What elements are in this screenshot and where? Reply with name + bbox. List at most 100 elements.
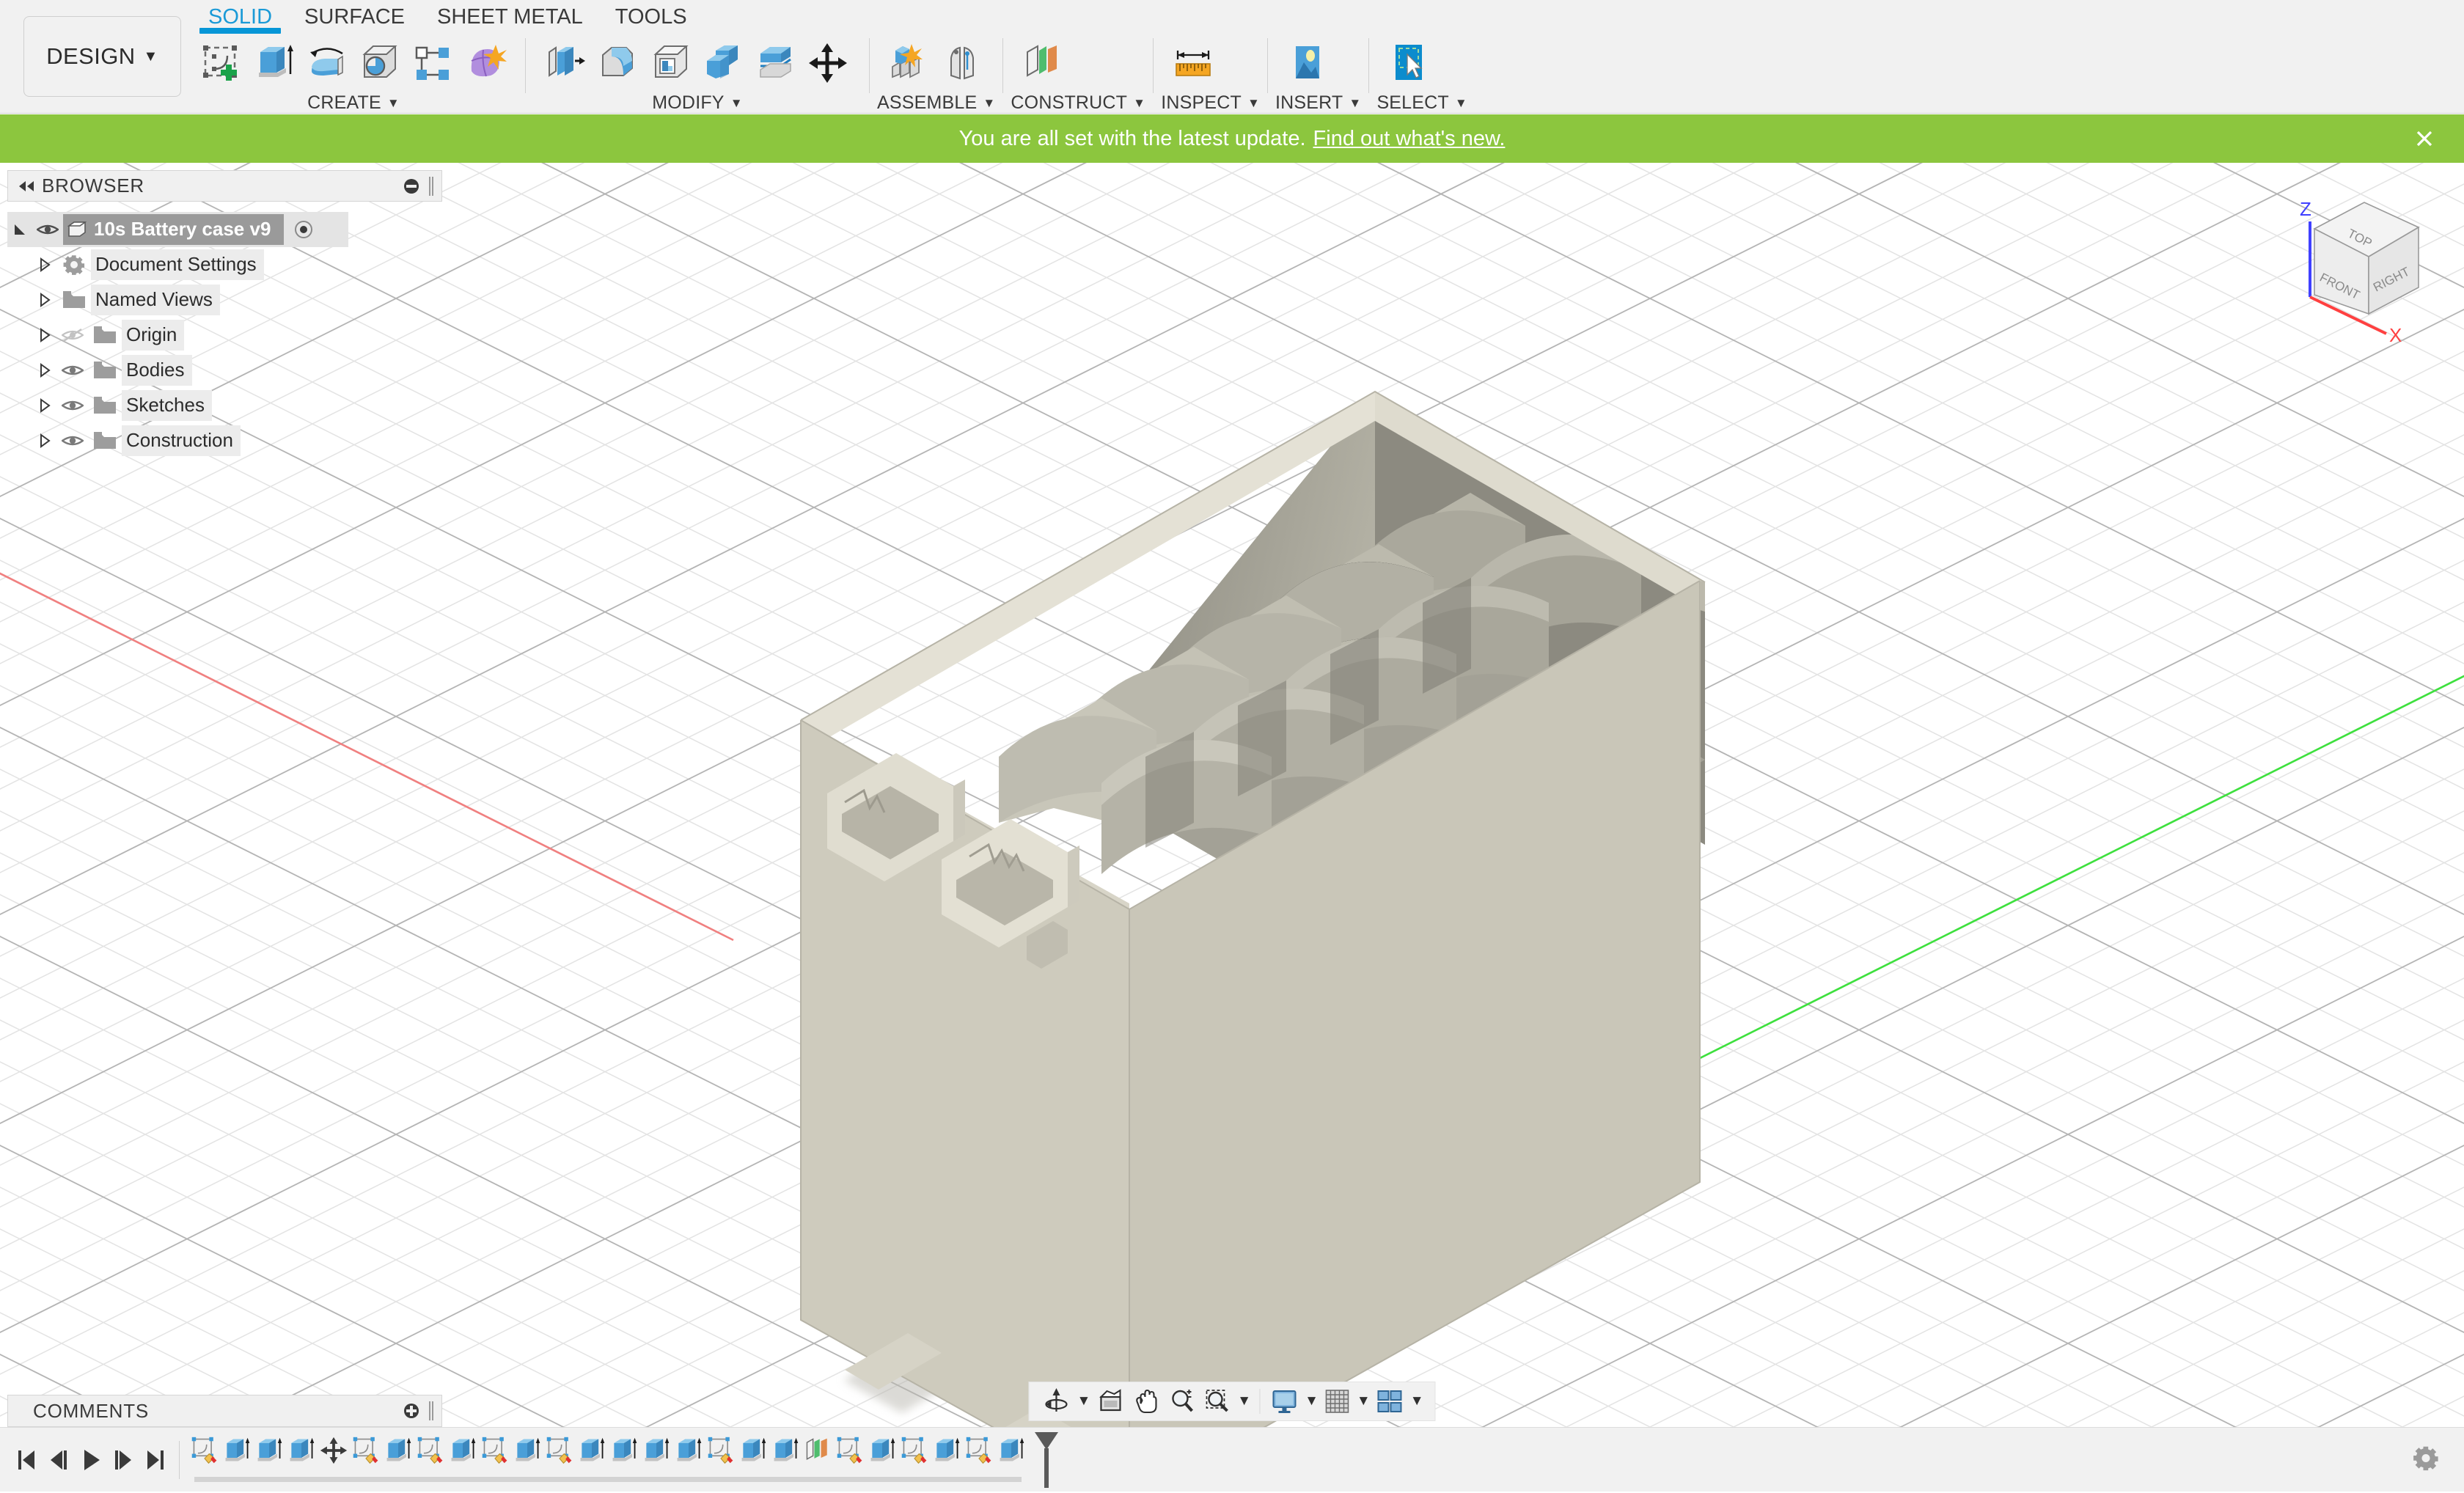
triangle-collapsed-icon[interactable]: [32, 328, 57, 342]
eye-visible-icon[interactable]: [57, 398, 88, 413]
eye-visible-icon[interactable]: [57, 363, 88, 378]
timeline-feature-12[interactable]: [543, 1436, 576, 1484]
viewcube[interactable]: Z X TOP FRONT RIGHT: [2282, 183, 2451, 352]
offset-plane-icon[interactable]: [1016, 35, 1069, 91]
triangle-collapsed-icon[interactable]: [32, 433, 57, 448]
combine-icon[interactable]: [697, 35, 750, 91]
hole-icon[interactable]: [353, 35, 406, 91]
timeline-marker-icon[interactable]: [1030, 1431, 1063, 1489]
timeline-feature-15[interactable]: [640, 1436, 672, 1484]
ribbon-group-assemble-label[interactable]: ASSEMBLE ▼: [877, 92, 995, 114]
step-forward-icon[interactable]: [107, 1439, 139, 1481]
shell-icon[interactable]: [645, 35, 697, 91]
add-comment-icon[interactable]: [402, 1401, 421, 1420]
timeline-feature-18[interactable]: [737, 1436, 769, 1484]
tab-surface[interactable]: SURFACE: [288, 0, 421, 34]
timeline-feature-14[interactable]: [608, 1436, 640, 1484]
triangle-collapsed-icon[interactable]: [32, 398, 57, 413]
timeline-feature-10[interactable]: [479, 1436, 511, 1484]
chevron-down-icon[interactable]: ▼: [1237, 1393, 1251, 1409]
eye-hidden-icon[interactable]: [57, 327, 88, 343]
extrude-icon[interactable]: [248, 35, 301, 91]
pattern-icon[interactable]: [406, 35, 459, 91]
form-icon[interactable]: [459, 35, 512, 91]
timeline-feature-6[interactable]: [350, 1436, 382, 1484]
go-to-beginning-icon[interactable]: [10, 1439, 43, 1481]
timeline-feature-3[interactable]: [253, 1436, 285, 1484]
new-component-icon[interactable]: [883, 35, 936, 91]
timeline-feature-2[interactable]: [221, 1436, 253, 1484]
zoom-window-icon[interactable]: [1200, 1383, 1235, 1420]
timeline-feature-23[interactable]: [898, 1436, 931, 1484]
triangle-collapsed-icon[interactable]: [32, 293, 57, 307]
orbit-icon[interactable]: [1038, 1383, 1074, 1420]
move-copy-icon[interactable]: [803, 35, 856, 91]
measure-icon[interactable]: [1167, 35, 1220, 91]
tree-node-root[interactable]: 10s Battery case v9: [7, 212, 348, 247]
timeline-feature-4[interactable]: [285, 1436, 318, 1484]
find-out-whats-new-link[interactable]: Find out what's new.: [1313, 127, 1506, 151]
timeline-feature-13[interactable]: [576, 1436, 608, 1484]
chevron-down-icon[interactable]: ▼: [1077, 1393, 1090, 1409]
chevron-down-icon[interactable]: ▼: [1357, 1393, 1371, 1409]
collapse-left-icon[interactable]: [14, 180, 39, 193]
joint-icon[interactable]: [936, 35, 989, 91]
create-sketch-icon[interactable]: [195, 35, 248, 91]
tab-solid[interactable]: SOLID: [192, 0, 288, 34]
look-at-icon[interactable]: [1093, 1383, 1129, 1420]
revolve-icon[interactable]: [301, 35, 353, 91]
zoom-icon[interactable]: [1165, 1383, 1200, 1420]
timeline-feature-9[interactable]: [447, 1436, 479, 1484]
workspace-switcher-button[interactable]: DESIGN ▼: [23, 16, 181, 97]
ribbon-group-create-label[interactable]: CREATE ▼: [189, 92, 518, 114]
eye-visible-icon[interactable]: [57, 433, 88, 448]
tab-tools[interactable]: TOOLS: [599, 0, 703, 34]
timeline-feature-24[interactable]: [931, 1436, 963, 1484]
tab-sheet-metal[interactable]: SHEET METAL: [421, 0, 599, 34]
timeline-feature-5[interactable]: [318, 1436, 350, 1484]
step-back-icon[interactable]: [43, 1439, 75, 1481]
triangle-collapsed-icon[interactable]: [32, 257, 57, 272]
chevron-down-icon[interactable]: ▼: [1410, 1393, 1424, 1409]
press-pull-icon[interactable]: [539, 35, 592, 91]
go-to-end-icon[interactable]: [139, 1439, 172, 1481]
grip-icon[interactable]: [428, 1401, 436, 1420]
timeline-feature-20[interactable]: [802, 1436, 834, 1484]
ribbon-group-inspect-label[interactable]: INSPECT ▼: [1161, 92, 1260, 114]
timeline-feature-25[interactable]: [963, 1436, 995, 1484]
eye-visible-icon[interactable]: [32, 222, 63, 237]
triangle-expanded-icon[interactable]: [7, 222, 32, 237]
grip-icon[interactable]: [428, 177, 436, 196]
offset-face-icon[interactable]: [750, 35, 803, 91]
ribbon-group-select-label[interactable]: SELECT ▼: [1376, 92, 1467, 114]
ribbon-group-insert-label[interactable]: INSERT ▼: [1275, 92, 1361, 114]
tree-node-origin[interactable]: Origin: [7, 318, 442, 353]
ribbon-group-construct-label[interactable]: CONSTRUCT ▼: [1011, 92, 1145, 114]
triangle-collapsed-icon[interactable]: [32, 363, 57, 378]
timeline-feature-8[interactable]: [414, 1436, 447, 1484]
ribbon-group-modify-label[interactable]: MODIFY ▼: [533, 92, 862, 114]
timeline-feature-17[interactable]: [705, 1436, 737, 1484]
pan-icon[interactable]: [1129, 1383, 1165, 1420]
close-icon[interactable]: [2410, 124, 2439, 153]
timeline-feature-22[interactable]: [866, 1436, 898, 1484]
timeline-feature-11[interactable]: [511, 1436, 543, 1484]
timeline-feature-7[interactable]: [382, 1436, 414, 1484]
select-window-icon[interactable]: [1382, 35, 1435, 91]
comments-panel[interactable]: COMMENTS: [7, 1395, 442, 1427]
grid-snaps-icon[interactable]: [1321, 1383, 1354, 1420]
chevron-down-icon[interactable]: ▼: [1305, 1393, 1319, 1409]
play-icon[interactable]: [75, 1439, 107, 1481]
minimize-icon[interactable]: [402, 177, 421, 196]
tree-node-construction[interactable]: Construction: [7, 423, 442, 458]
tree-node-sketches[interactable]: Sketches: [7, 388, 442, 423]
timeline-feature-1[interactable]: [188, 1436, 221, 1484]
tree-node-bodies[interactable]: Bodies: [7, 353, 442, 388]
timeline-feature-26[interactable]: [995, 1436, 1027, 1484]
display-settings-icon[interactable]: [1266, 1383, 1302, 1420]
gear-icon[interactable]: [2413, 1445, 2439, 1475]
timeline-feature-19[interactable]: [769, 1436, 802, 1484]
tree-node-named-views[interactable]: Named Views: [7, 282, 442, 318]
viewports-icon[interactable]: [1373, 1383, 1408, 1420]
timeline-feature-21[interactable]: [834, 1436, 866, 1484]
